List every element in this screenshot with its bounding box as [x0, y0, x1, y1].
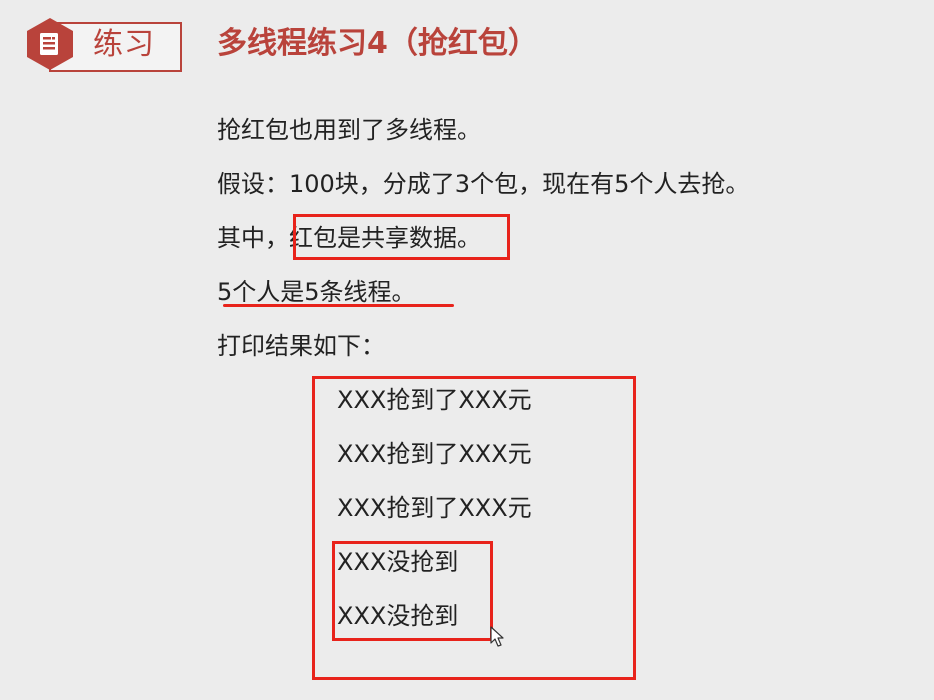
- result-line: XXX抢到了XXX元: [337, 440, 532, 468]
- mouse-cursor-icon: [490, 626, 504, 647]
- body-line-output-intro: 打印结果如下：: [217, 332, 385, 360]
- document-icon: [27, 18, 73, 70]
- exercise-badge: 练习: [22, 16, 182, 72]
- threads-underline: [223, 304, 454, 307]
- no-grab-highlight-box: [332, 541, 493, 641]
- exercise-badge-label: 练习: [93, 27, 155, 62]
- body-line-intro: 抢红包也用到了多线程。: [217, 116, 481, 144]
- result-line: XXX抢到了XXX元: [337, 386, 532, 414]
- result-line: XXX抢到了XXX元: [337, 494, 532, 522]
- slide-title: 多线程练习4（抢红包）: [217, 26, 538, 61]
- body-line-assumption: 假设：100块，分成了3个包，现在有5个人去抢。: [217, 170, 750, 198]
- shared-data-highlight-box: [293, 214, 510, 260]
